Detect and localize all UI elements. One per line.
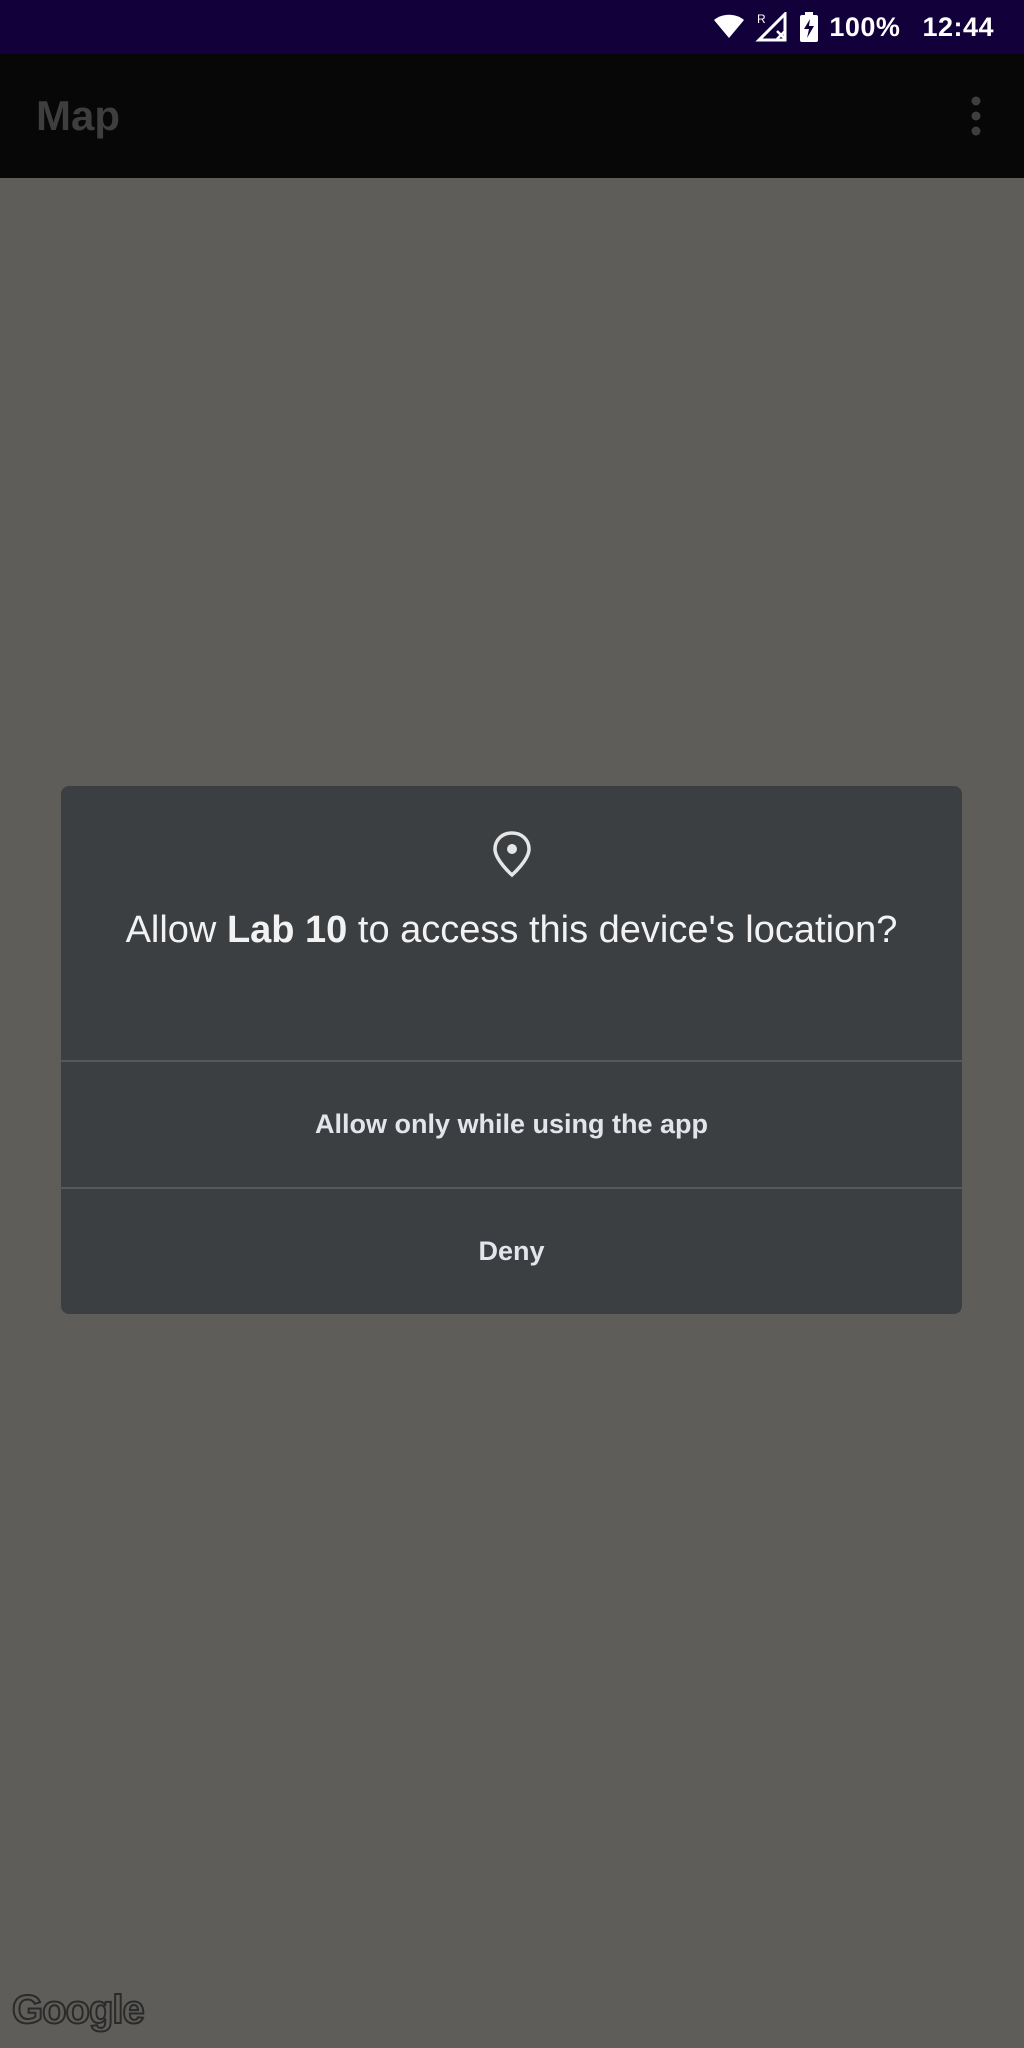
app-title: Map (36, 92, 120, 139)
google-logo: Google (11, 1987, 146, 2033)
status-icons: R 100% 12:44 (713, 0, 994, 54)
dialog-header: Allow Lab 10 to access this device's loc… (61, 786, 962, 1061)
dialog-title-suffix: to access this device's location? (347, 909, 898, 951)
clock: 12:44 (922, 11, 994, 42)
location-pin-icon (493, 831, 531, 878)
allow-while-using-button[interactable]: Allow only while using the app (61, 1062, 962, 1187)
deny-button[interactable]: Deny (61, 1189, 962, 1314)
roaming-indicator: R (757, 12, 766, 26)
dialog-title-prefix: Allow (125, 909, 227, 951)
more-vert-icon (971, 96, 981, 136)
more-options-button[interactable] (946, 86, 1006, 146)
permission-dialog: Allow Lab 10 to access this device's loc… (61, 786, 962, 1314)
battery-charging-icon (799, 12, 819, 42)
battery-percentage: 100% (829, 11, 901, 42)
app-bar: Map (0, 54, 1024, 178)
status-bar: R 100% 12:44 (0, 0, 1024, 54)
dialog-title: Allow Lab 10 to access this device's loc… (101, 906, 922, 954)
signal-no-service-icon: R (755, 12, 789, 42)
dialog-app-name: Lab 10 (226, 909, 348, 951)
wifi-icon (713, 14, 745, 40)
screen: R 100% 12:44 Map Allow Lab 10 to access … (0, 0, 1024, 2048)
